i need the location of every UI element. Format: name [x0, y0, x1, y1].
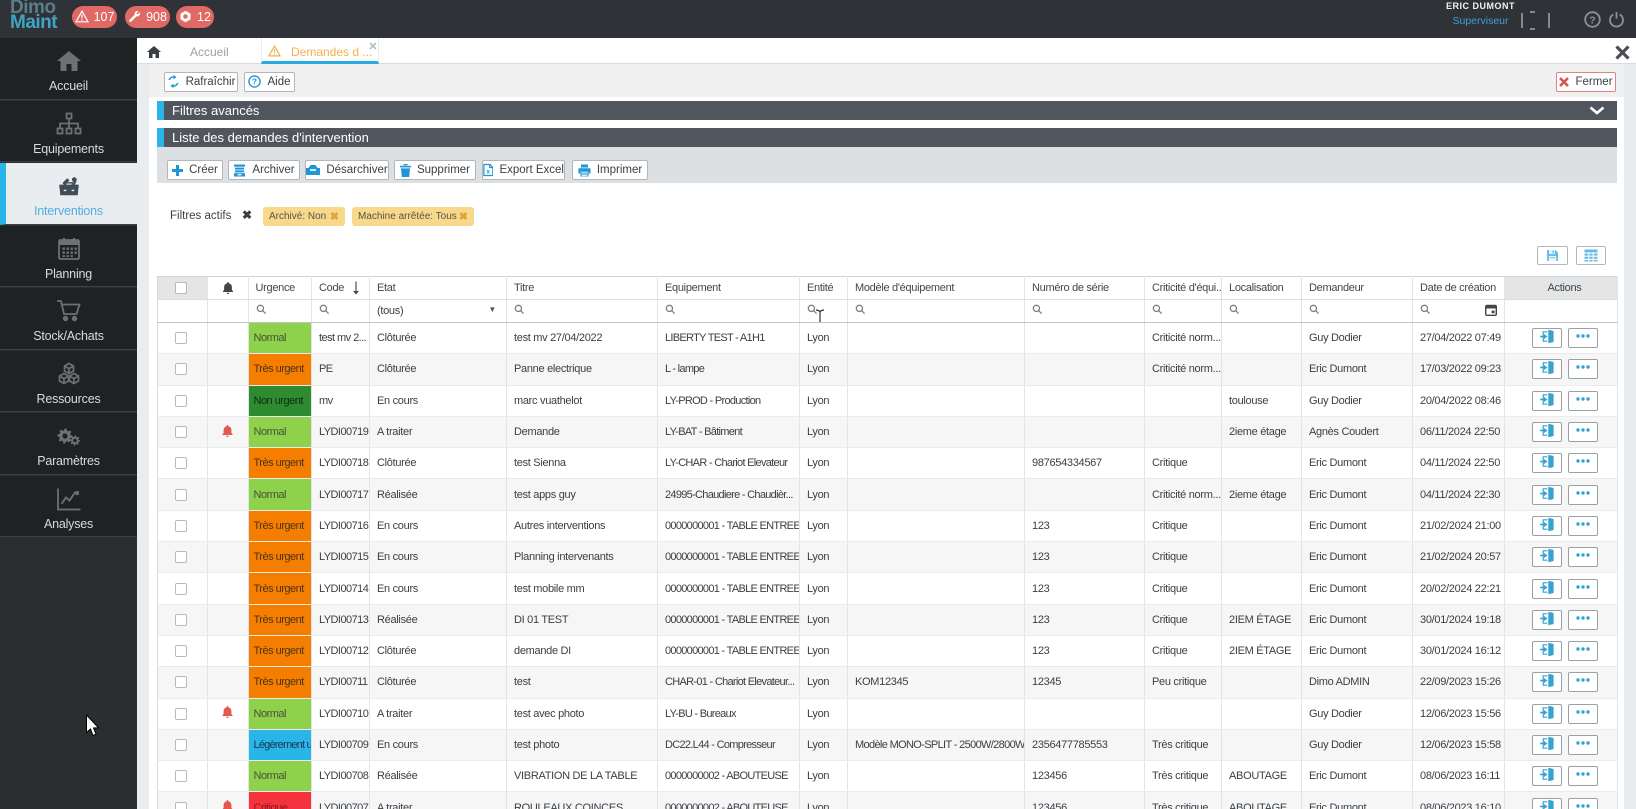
- svg-text:?: ?: [1589, 14, 1595, 26]
- svg-text:x: x: [486, 168, 490, 175]
- svg-text:?: ?: [253, 77, 258, 86]
